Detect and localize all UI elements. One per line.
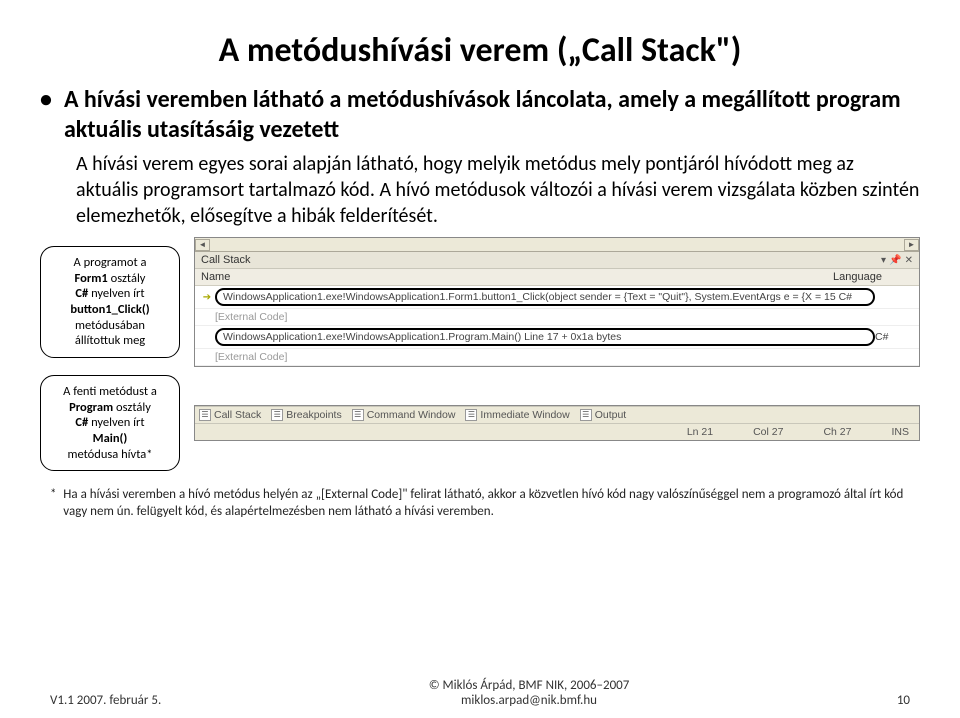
slide-footer: V1.1 2007. február 5. © Miklós Árpád, BM… xyxy=(0,678,960,708)
stack-frame-lang: C# xyxy=(875,331,915,343)
footer-page-number: 10 xyxy=(897,693,910,708)
callout-program: A fenti metódust a Program osztály C# ny… xyxy=(40,375,180,471)
tab-icon: ☰ xyxy=(199,409,211,421)
tab-label: Output xyxy=(595,409,627,421)
scroll-left-icon[interactable]: ◄ xyxy=(195,239,210,251)
status-ch: Ch 27 xyxy=(823,426,851,438)
footnote-text: Ha a hívási veremben a hívó metódus hely… xyxy=(63,487,910,521)
tab-icon: ☰ xyxy=(465,409,477,421)
panel-title: Call Stack xyxy=(201,254,251,266)
footnote: * Ha a hívási veremben a hívó metódus he… xyxy=(40,487,920,521)
footer-email: miklos.arpad@nik.bmf.hu xyxy=(161,693,897,708)
main-bullet: • A hívási veremben látható a metódushív… xyxy=(40,85,920,145)
bullet-text: A hívási veremben látható a metódushívás… xyxy=(64,85,920,145)
panel-tab[interactable]: ☰Call Stack xyxy=(199,409,261,421)
slide-title: A metódushívási verem („Call Stack") xyxy=(40,30,920,71)
col-name-header[interactable]: Name xyxy=(201,271,833,283)
status-ins: INS xyxy=(891,426,909,438)
tabs-row: ☰Call Stack☰Breakpoints☰Command Window☰I… xyxy=(195,406,919,423)
column-headers: Name Language xyxy=(195,269,919,286)
tab-icon: ☰ xyxy=(271,409,283,421)
stack-frame-name: [External Code] xyxy=(215,351,875,363)
tab-label: Immediate Window xyxy=(480,409,569,421)
tab-label: Breakpoints xyxy=(286,409,341,421)
header-controls[interactable]: ▾ 📌 ✕ xyxy=(881,254,913,266)
stack-row[interactable]: [External Code] xyxy=(195,309,919,326)
col-lang-header[interactable]: Language xyxy=(833,271,913,283)
tab-icon: ☰ xyxy=(352,409,364,421)
scroll-right-icon[interactable]: ► xyxy=(904,239,919,251)
tab-label: Command Window xyxy=(367,409,456,421)
horizontal-scrollbar[interactable]: ◄ ► xyxy=(195,238,919,252)
status-col: Col 27 xyxy=(753,426,783,438)
bullet-dot: • xyxy=(40,85,52,145)
footnote-ref: * xyxy=(146,447,152,462)
footer-left: V1.1 2007. február 5. xyxy=(50,693,161,708)
tab-label: Call Stack xyxy=(214,409,261,421)
stack-row[interactable]: [External Code] xyxy=(195,349,919,366)
stack-row-arrow-icon: ➔ xyxy=(199,292,215,303)
stack-frame-name: [External Code] xyxy=(215,311,875,323)
dropdown-icon[interactable]: ▾ xyxy=(881,255,886,266)
callstack-panel: ◄ ► Call Stack ▾ 📌 ✕ Name Language ➔Wind… xyxy=(194,237,920,367)
panel-tab[interactable]: ☰Output xyxy=(580,409,627,421)
panel-tab[interactable]: ☰Immediate Window xyxy=(465,409,569,421)
pin-icon[interactable]: 📌 xyxy=(889,255,901,266)
stack-rows-container: ➔WindowsApplication1.exe!WindowsApplicat… xyxy=(195,286,919,366)
callout-form1: A programot a Form1 osztály C# nyelven í… xyxy=(40,246,180,358)
close-icon[interactable]: ✕ xyxy=(905,255,913,266)
panel-tab[interactable]: ☰Command Window xyxy=(352,409,456,421)
footer-copyright: © Miklós Árpád, BMF NIK, 2006–2007 xyxy=(161,678,897,693)
sub-text: A hívási verem egyes sorai alapján látha… xyxy=(76,151,920,229)
stack-row[interactable]: WindowsApplication1.exe!WindowsApplicati… xyxy=(195,326,919,349)
status-ln: Ln 21 xyxy=(687,426,713,438)
panel-header: Call Stack ▾ 📌 ✕ xyxy=(195,252,919,269)
stack-row[interactable]: ➔WindowsApplication1.exe!WindowsApplicat… xyxy=(195,286,919,309)
stack-frame-name: WindowsApplication1.exe!WindowsApplicati… xyxy=(215,288,875,306)
bottom-panel: ☰Call Stack☰Breakpoints☰Command Window☰I… xyxy=(194,405,920,441)
status-bar: Ln 21 Col 27 Ch 27 INS xyxy=(195,423,919,440)
stack-frame-name: WindowsApplication1.exe!WindowsApplicati… xyxy=(215,328,875,346)
panel-tab[interactable]: ☰Breakpoints xyxy=(271,409,341,421)
tab-icon: ☰ xyxy=(580,409,592,421)
footnote-star: * xyxy=(50,487,63,521)
